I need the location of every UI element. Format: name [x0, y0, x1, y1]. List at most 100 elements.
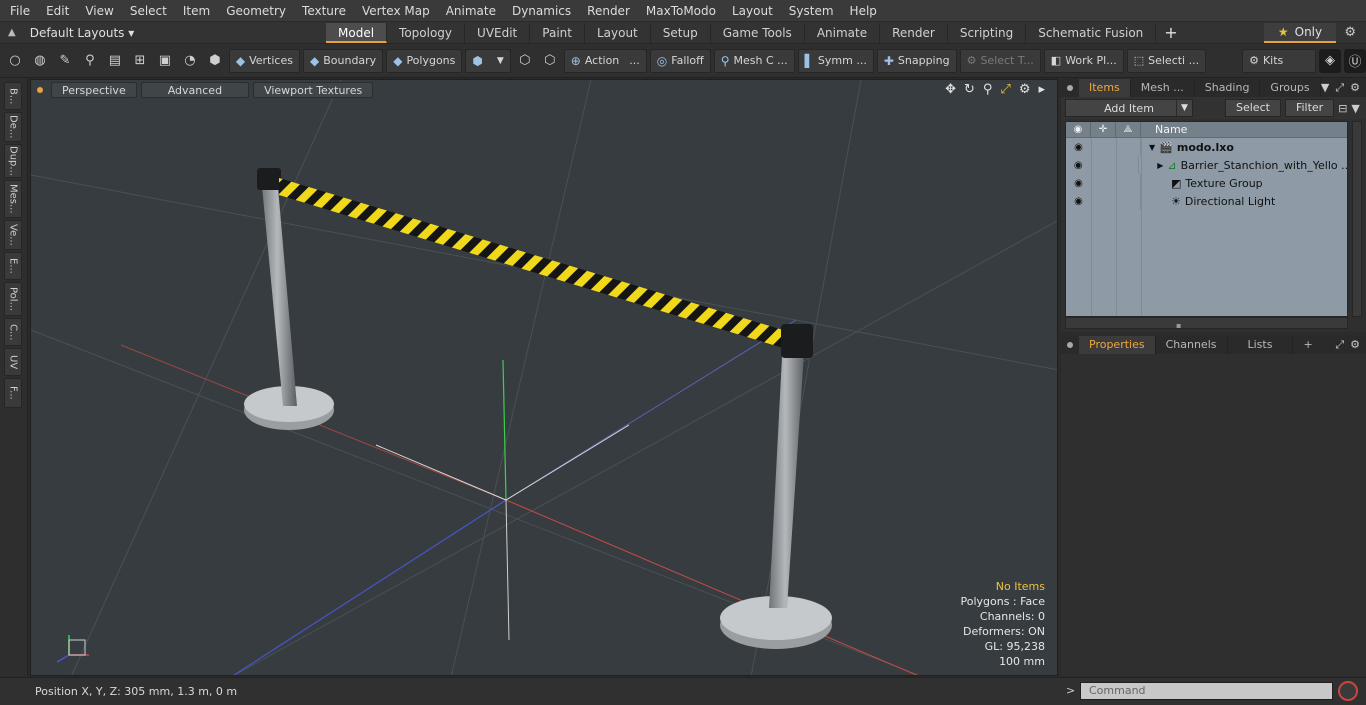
tree-row-mesh[interactable]: ◉ ▶ ⊿ Barrier_Stanchion_with_Yello ...	[1066, 156, 1347, 174]
eye-icon[interactable]: ◉	[1066, 196, 1091, 207]
symmetry-mode2-icon[interactable]: ⬡	[539, 49, 561, 73]
expand-arrow-icon[interactable]: ▶	[1157, 161, 1163, 170]
add-tab-icon[interactable]: +	[1156, 23, 1185, 42]
tab-lists[interactable]: Lists	[1228, 336, 1294, 354]
menu-edit[interactable]: Edit	[38, 0, 77, 22]
tab-animate[interactable]: Animate	[805, 22, 881, 43]
collapse-arrow-icon[interactable]: ▲	[8, 27, 16, 38]
command-input[interactable]: Command	[1080, 682, 1333, 700]
add-panel-tab-icon[interactable]: +	[1293, 336, 1322, 354]
menu-dynamics[interactable]: Dynamics	[504, 0, 579, 22]
tab-uvedit[interactable]: UVEdit	[465, 22, 531, 43]
rotate-icon[interactable]: ◔	[179, 49, 201, 73]
expand-arrow-icon[interactable]: ▼	[1149, 143, 1155, 152]
polygons-button[interactable]: ◆ Polygons	[386, 48, 463, 73]
menu-system[interactable]: System	[781, 0, 842, 22]
layout-selector[interactable]: ▲ Default Layouts ▾	[0, 22, 326, 44]
menu-animate[interactable]: Animate	[438, 0, 504, 22]
left-tab-duplicate[interactable]: Dup...	[4, 144, 22, 178]
unity-icon[interactable]: ◈	[1319, 48, 1342, 73]
orbit-icon[interactable]: ↻	[964, 82, 975, 97]
unreal-icon[interactable]: Ⓤ	[1344, 48, 1366, 73]
add-item-dropdown-icon[interactable]: ▼	[1176, 100, 1192, 116]
pen-icon[interactable]: ✎	[54, 49, 76, 73]
work-plane-button[interactable]: ◧ Work Pl...	[1043, 48, 1124, 73]
viewport-expand-icon[interactable]: ▸	[1038, 82, 1045, 97]
name-column-header[interactable]: Name	[1141, 122, 1187, 137]
panel-options-icon[interactable]	[1067, 85, 1073, 91]
menu-geometry[interactable]: Geometry	[218, 0, 294, 22]
item-mode-icon[interactable]: ⬢	[204, 49, 226, 73]
pan-icon[interactable]: ✥	[945, 82, 956, 97]
menu-select[interactable]: Select	[122, 0, 175, 22]
maximize-icon[interactable]: ⤢	[1335, 81, 1344, 95]
fit-icon[interactable]: ⤢	[1000, 82, 1010, 97]
collapse-icon[interactable]: ⊟	[1338, 102, 1347, 115]
tree-row-texture-group[interactable]: ◉ ◩ Texture Group	[1066, 174, 1347, 192]
circle-select-icon[interactable]: ○	[4, 49, 26, 73]
align-icon[interactable]: ▤	[104, 49, 126, 73]
viewport-gear-icon[interactable]: ⚙	[1019, 82, 1031, 97]
panel-gear-icon[interactable]: ⚙	[1350, 338, 1360, 352]
left-tab-edge[interactable]: E...	[4, 252, 22, 280]
left-tab-deform[interactable]: De...	[4, 112, 22, 142]
scroll-thumb-icon[interactable]: ▪	[1176, 321, 1181, 330]
tab-render[interactable]: Render	[880, 22, 948, 43]
menu-item[interactable]: Item	[175, 0, 218, 22]
left-tab-fusion[interactable]: F...	[4, 378, 22, 408]
tab-layout[interactable]: Layout	[585, 22, 651, 43]
brush-icon[interactable]: ⚲	[79, 49, 101, 73]
left-tab-vertex[interactable]: Ve...	[4, 220, 22, 250]
mesh-constraint-button[interactable]: ⚲ Mesh C ...	[713, 48, 795, 73]
left-tab-mesh-edit[interactable]: Mes...	[4, 180, 22, 218]
gear-icon[interactable]: ⚙	[1344, 25, 1356, 40]
add-item-button[interactable]: Add Item ▼	[1065, 99, 1193, 117]
panel-options-icon[interactable]	[1067, 342, 1073, 348]
tree-vertical-scrollbar[interactable]	[1352, 121, 1362, 317]
shading-button[interactable]: Advanced	[140, 82, 250, 98]
tab-game-tools[interactable]: Game Tools	[711, 22, 805, 43]
left-tab-polygon[interactable]: Pol...	[4, 282, 22, 316]
symmetry-mode-icon[interactable]: ⬡	[514, 49, 536, 73]
left-tab-curve[interactable]: C...	[4, 318, 22, 346]
funnel-icon[interactable]: ▼	[1351, 102, 1359, 115]
visibility-column-icon[interactable]: ◉	[1066, 122, 1091, 137]
only-toggle[interactable]: ★ Only	[1264, 23, 1336, 43]
menu-view[interactable]: View	[77, 0, 121, 22]
left-tab-basic[interactable]: B...	[4, 82, 22, 110]
view-type-button[interactable]: Perspective	[51, 82, 137, 98]
panel-gear-icon[interactable]: ⚙	[1350, 81, 1360, 95]
tab-shading[interactable]: Shading	[1195, 79, 1261, 97]
globe-icon[interactable]: ◍	[29, 49, 51, 73]
tab-model[interactable]: Model	[326, 22, 388, 43]
tab-scripting[interactable]: Scripting	[948, 22, 1027, 43]
vertices-button[interactable]: ◆ Vertices	[228, 48, 300, 73]
falloff-button[interactable]: ◎ Falloff	[649, 48, 711, 73]
action-center-button[interactable]: ⊕ Action...	[563, 48, 647, 73]
symmetry-button[interactable]: ▌ Symm ...	[797, 48, 874, 73]
tab-properties[interactable]: Properties	[1079, 336, 1156, 354]
snapping-button[interactable]: ✚ Snapping	[876, 48, 957, 73]
zoom-icon[interactable]: ⚲	[983, 82, 993, 97]
eye-icon[interactable]: ◉	[1066, 160, 1090, 171]
viewport-textures-button[interactable]: Viewport Textures	[253, 82, 374, 98]
eye-icon[interactable]: ◉	[1066, 142, 1091, 153]
center-icon[interactable]: ⊞	[129, 49, 151, 73]
eye-icon[interactable]: ◉	[1066, 178, 1091, 189]
select-button[interactable]: Select	[1225, 99, 1281, 117]
filter-button[interactable]: Filter	[1284, 99, 1335, 117]
tab-setup[interactable]: Setup	[651, 22, 711, 43]
tree-row-scene[interactable]: ◉ ▼ 🎬 modo.lxo	[1066, 138, 1347, 156]
lock-column-icon[interactable]: ✛	[1091, 122, 1116, 137]
tab-paint[interactable]: Paint	[530, 22, 585, 43]
menu-texture[interactable]: Texture	[294, 0, 354, 22]
select-through-button[interactable]: ⚙ Select T...	[959, 48, 1041, 73]
tree-horizontal-scrollbar[interactable]: ▪	[1065, 317, 1348, 330]
viewport-options-icon[interactable]	[37, 87, 43, 93]
menu-render[interactable]: Render	[579, 0, 638, 22]
tab-topology[interactable]: Topology	[387, 22, 466, 43]
tab-mesh[interactable]: Mesh ...	[1131, 79, 1195, 97]
tab-groups[interactable]: Groups	[1260, 79, 1321, 97]
tab-schematic-fusion[interactable]: Schematic Fusion	[1026, 22, 1157, 43]
maximize-icon[interactable]: ⤢	[1335, 338, 1344, 352]
